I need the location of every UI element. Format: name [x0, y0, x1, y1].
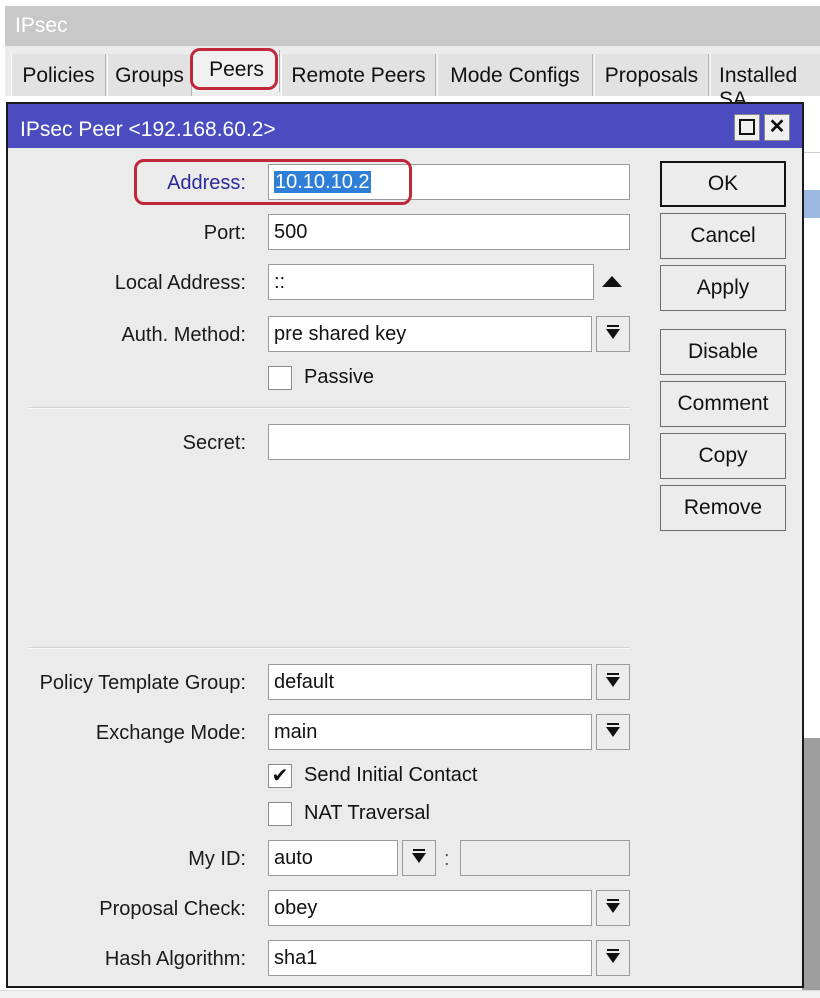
dropdown-arrow-icon: [606, 949, 620, 965]
maximize-icon: [739, 119, 755, 135]
tab-installed-sa[interactable]: Installed SA: [710, 54, 820, 111]
secret-label: Secret:: [182, 432, 246, 454]
proposal-check-label: Proposal Check:: [99, 898, 246, 920]
my-id-label: My ID:: [188, 848, 246, 870]
maximize-button[interactable]: [734, 114, 760, 141]
address-value: 10.10.10.2: [274, 171, 371, 193]
section-divider: [28, 407, 630, 409]
hash-algorithm-label: Hash Algorithm:: [104, 948, 246, 970]
passive-label: Passive: [304, 366, 375, 388]
tab-remote-peers[interactable]: Remote Peers: [281, 54, 436, 96]
disable-button[interactable]: Disable: [660, 329, 786, 375]
auth-method-select[interactable]: pre shared key: [268, 316, 592, 352]
tab-groups[interactable]: Groups: [107, 54, 192, 96]
background-list: [802, 100, 820, 990]
my-id-separator: :: [444, 848, 450, 870]
address-label: Address:: [167, 172, 246, 194]
selected-list-row[interactable]: [802, 190, 820, 218]
auth-method-dropdown-button[interactable]: [596, 316, 630, 352]
exchange-mode-dropdown-button[interactable]: [596, 714, 630, 750]
dropdown-arrow-icon: [412, 849, 426, 865]
policy-template-group-dropdown-button[interactable]: [596, 664, 630, 700]
auth-method-label: Auth. Method:: [121, 324, 246, 346]
dropdown-arrow-icon: [606, 723, 620, 739]
my-id-dropdown-button[interactable]: [402, 840, 436, 876]
policy-template-group-select[interactable]: default: [268, 664, 592, 700]
send-initial-contact-label: Send Initial Contact: [304, 764, 478, 786]
comment-button[interactable]: Comment: [660, 381, 786, 427]
policy-template-group-label: Policy Template Group:: [39, 672, 246, 694]
port-input[interactable]: 500: [268, 214, 630, 250]
secret-input[interactable]: [268, 424, 630, 460]
tab-policies[interactable]: Policies: [11, 54, 106, 96]
hash-algorithm-select[interactable]: sha1: [268, 940, 592, 976]
dropdown-arrow-icon: [606, 673, 620, 689]
nat-traversal-label: NAT Traversal: [304, 802, 430, 824]
checkmark-icon: ✔: [271, 765, 289, 787]
tab-peers[interactable]: Peers: [193, 50, 280, 92]
ok-button[interactable]: OK: [660, 161, 786, 207]
dropdown-arrow-icon: [606, 325, 620, 341]
dialog-title: IPsec Peer <192.168.60.2>: [8, 104, 802, 148]
my-id-select[interactable]: auto: [268, 840, 398, 876]
proposal-check-select[interactable]: obey: [268, 890, 592, 926]
passive-checkbox[interactable]: [268, 366, 292, 390]
horizontal-scrollbar[interactable]: [0, 990, 820, 998]
nat-traversal-checkbox[interactable]: [268, 802, 292, 826]
local-address-label: Local Address:: [114, 272, 246, 294]
tab-proposals[interactable]: Proposals: [594, 54, 709, 96]
exchange-mode-label: Exchange Mode:: [95, 722, 246, 744]
parent-window-title: IPsec: [5, 6, 820, 46]
local-address-input[interactable]: ::: [268, 264, 594, 300]
remove-button[interactable]: Remove: [660, 485, 786, 531]
exchange-mode-select[interactable]: main: [268, 714, 592, 750]
close-button[interactable]: ✕: [764, 114, 790, 141]
section-divider: [28, 647, 630, 649]
copy-button[interactable]: Copy: [660, 433, 786, 479]
apply-button[interactable]: Apply: [660, 265, 786, 311]
port-label: Port:: [203, 222, 246, 244]
list-header-divider: [802, 152, 820, 153]
list-empty-area: [802, 738, 820, 990]
my-id-value-input[interactable]: [460, 840, 630, 876]
proposal-check-dropdown-button[interactable]: [596, 890, 630, 926]
tab-mode-configs[interactable]: Mode Configs: [437, 54, 593, 96]
hash-algorithm-dropdown-button[interactable]: [596, 940, 630, 976]
collapse-up-icon[interactable]: [602, 276, 622, 287]
send-initial-contact-checkbox[interactable]: ✔: [268, 764, 292, 788]
address-input[interactable]: 10.10.10.2: [268, 164, 630, 200]
cancel-button[interactable]: Cancel: [660, 213, 786, 259]
close-icon: ✕: [768, 116, 786, 138]
dropdown-arrow-icon: [606, 899, 620, 915]
tab-bar: Policies Groups Peers Remote Peers Mode …: [5, 46, 820, 111]
ipsec-peer-dialog: IPsec Peer <192.168.60.2> ✕ Address: 10.…: [6, 102, 804, 988]
